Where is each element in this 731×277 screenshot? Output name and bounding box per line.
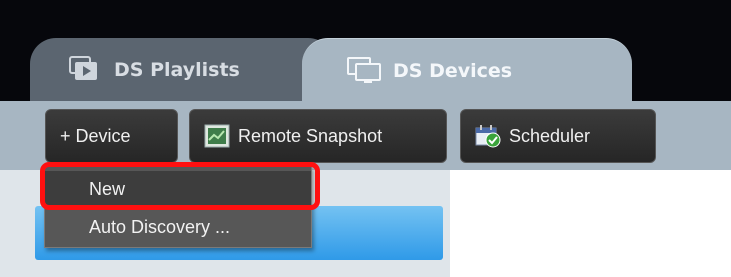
- devices-icon: [347, 57, 383, 85]
- snapshot-icon: [204, 124, 230, 148]
- highlight-annotation-box: [40, 162, 320, 210]
- remote-snapshot-label: Remote Snapshot: [238, 125, 383, 146]
- tab-ds-playlists-label: DS Playlists: [114, 59, 240, 81]
- menu-item-auto-discovery[interactable]: Auto Discovery ...: [45, 209, 311, 245]
- add-device-label: + Device: [60, 125, 131, 146]
- menu-item-auto-discovery-label: Auto Discovery ...: [89, 216, 231, 237]
- add-device-button[interactable]: + Device: [45, 109, 178, 163]
- tab-ds-devices[interactable]: DS Devices: [302, 38, 632, 102]
- calendar-icon: [475, 124, 501, 148]
- playlist-icon: [68, 56, 104, 84]
- toolbar: + Device Remote Snapshot Scheduler: [0, 101, 731, 170]
- scheduler-label: Scheduler: [509, 125, 591, 146]
- tab-ds-playlists[interactable]: DS Playlists: [30, 38, 334, 101]
- remote-snapshot-button[interactable]: Remote Snapshot: [189, 109, 447, 163]
- tab-ds-devices-label: DS Devices: [393, 60, 513, 82]
- scheduler-button[interactable]: Scheduler: [460, 109, 656, 163]
